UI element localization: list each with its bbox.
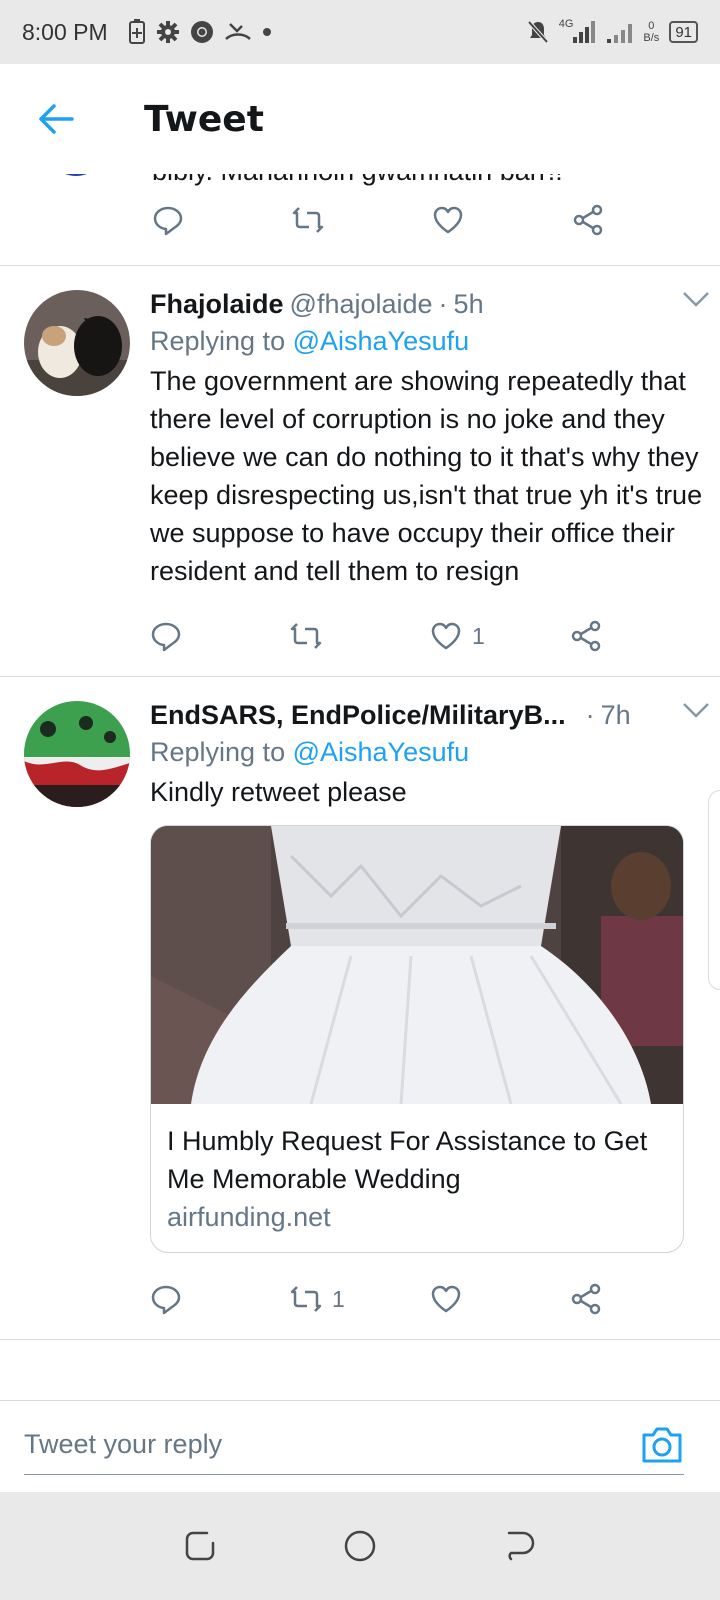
reply-input[interactable] xyxy=(24,1415,684,1475)
tweet-actions: 1 xyxy=(150,608,710,664)
avatar-image xyxy=(24,701,130,807)
recents-button[interactable] xyxy=(176,1522,224,1570)
reply-button[interactable] xyxy=(152,204,292,236)
heart-icon xyxy=(431,622,461,650)
user-handle[interactable]: @fhajolaide xyxy=(290,286,433,322)
replies-feed[interactable]: bibly. Manahnoin gwamnatin barr!! xyxy=(0,174,720,1400)
separator-dot: · xyxy=(585,700,595,730)
tweet-text: The government are showing repeatedly th… xyxy=(150,366,703,586)
signal-4g-icon: 4G xyxy=(558,18,598,43)
status-bar: 8:00 PM 4G 0 B/s 91 xyxy=(0,0,720,64)
avatar-image xyxy=(24,290,130,396)
partial-tweet: bibly. Manahnoin gwamnatin barr!! xyxy=(0,174,720,266)
reply-icon xyxy=(151,1285,181,1315)
share-icon xyxy=(571,1283,601,1315)
tweet-options-button[interactable] xyxy=(682,290,710,313)
replying-to: Replying to @AishaYesufu xyxy=(150,733,710,771)
reply-button[interactable] xyxy=(150,1283,290,1315)
avatar[interactable] xyxy=(24,701,130,807)
display-name[interactable]: EndSARS, EndPolice/MilitaryB... xyxy=(150,697,566,733)
tweet-meta: EndSARS, EndPolice/MilitaryB... · 7h xyxy=(150,697,710,733)
arrow-left-icon xyxy=(39,104,74,134)
data-rate-unit: B/s xyxy=(643,32,660,44)
link-card[interactable]: I Humbly Request For Assistance to Get M… xyxy=(150,825,684,1253)
card-image xyxy=(151,826,683,1104)
battery-indicator: 91 xyxy=(669,21,698,43)
notifications-muted-icon xyxy=(527,20,549,44)
like-button[interactable]: 1 xyxy=(430,620,570,652)
status-time: 8:00 PM xyxy=(22,18,108,45)
tweet-time: 7h xyxy=(600,700,631,730)
home-button[interactable] xyxy=(336,1522,384,1570)
replying-to-label: Replying to xyxy=(150,326,286,356)
missed-call-icon xyxy=(224,21,252,43)
display-name[interactable]: Fhajolaide xyxy=(150,286,284,322)
signal-weak-icon xyxy=(607,21,633,43)
share-button[interactable] xyxy=(572,204,712,236)
partial-tweet-text: bibly. Manahnoin gwamnatin barr!! xyxy=(152,174,563,187)
data-rate-value: 0 xyxy=(648,20,655,32)
like-button[interactable] xyxy=(430,1283,570,1315)
system-nav-bar xyxy=(0,1492,720,1600)
tweet-actions: 1 xyxy=(150,1271,710,1327)
recents-icon xyxy=(185,1531,215,1561)
battery-level: 91 xyxy=(675,23,692,41)
side-panel-handle[interactable] xyxy=(708,790,720,990)
share-button[interactable] xyxy=(570,1283,710,1315)
share-icon xyxy=(573,204,603,236)
separator-dot: · xyxy=(438,289,448,319)
tweet-time: 5h xyxy=(453,289,484,319)
tweet-options-button[interactable] xyxy=(682,701,710,724)
back-nav-icon xyxy=(507,1531,535,1561)
chrome-icon xyxy=(190,20,214,44)
tweet-item[interactable]: Fhajolaide @fhajolaide · 5h Replying to … xyxy=(0,266,720,677)
camera-icon xyxy=(642,1427,682,1463)
mention-link[interactable]: @AishaYesufu xyxy=(293,326,470,356)
page-title: Tweet xyxy=(144,98,264,140)
card-text: I Humbly Request For Assistance to Get M… xyxy=(151,1104,683,1252)
replying-to: Replying to @AishaYesufu xyxy=(150,322,710,360)
reply-button[interactable] xyxy=(150,620,290,652)
share-button[interactable] xyxy=(570,620,710,652)
retweet-icon xyxy=(290,1286,322,1312)
heart-icon xyxy=(433,206,463,234)
avatar[interactable] xyxy=(46,174,106,176)
back-nav-button[interactable] xyxy=(496,1522,544,1570)
tweet-meta: Fhajolaide @fhajolaide · 5h xyxy=(150,286,710,322)
retweet-button[interactable] xyxy=(292,204,432,236)
notification-dot-icon xyxy=(262,27,272,37)
reply-composer xyxy=(0,1400,720,1492)
tweet-header: Tweet xyxy=(0,64,720,174)
tweet-text: Kindly retweet please xyxy=(150,777,407,807)
back-button[interactable] xyxy=(26,89,86,149)
retweet-button[interactable]: 1 xyxy=(290,1283,430,1315)
tweet-actions xyxy=(152,192,712,248)
like-count: 1 xyxy=(472,622,485,649)
reply-icon xyxy=(153,206,183,236)
avatar[interactable] xyxy=(24,290,130,396)
chevron-down-icon xyxy=(683,292,709,307)
network-type-label: 4G xyxy=(558,18,574,30)
share-icon xyxy=(571,620,601,652)
camera-button[interactable] xyxy=(640,1425,684,1465)
reply-icon xyxy=(151,622,181,652)
replying-to-label: Replying to xyxy=(150,737,286,767)
heart-icon xyxy=(431,1285,461,1313)
retweet-icon xyxy=(290,623,322,649)
data-rate-indicator: 0 B/s xyxy=(643,20,659,44)
retweet-count: 1 xyxy=(332,1285,345,1312)
card-title: I Humbly Request For Assistance to Get M… xyxy=(167,1126,648,1194)
retweet-icon xyxy=(292,207,324,233)
retweet-button[interactable] xyxy=(290,620,430,652)
card-domain: airfunding.net xyxy=(167,1202,331,1232)
chevron-down-icon xyxy=(683,703,709,718)
home-circle-icon xyxy=(344,1530,376,1562)
settings-gear-icon xyxy=(156,20,180,44)
mention-link[interactable]: @AishaYesufu xyxy=(293,737,470,767)
like-button[interactable] xyxy=(432,204,572,236)
battery-saver-icon xyxy=(128,19,146,45)
tweet-item[interactable]: EndSARS, EndPolice/MilitaryB... · 7h Rep… xyxy=(0,677,720,1340)
